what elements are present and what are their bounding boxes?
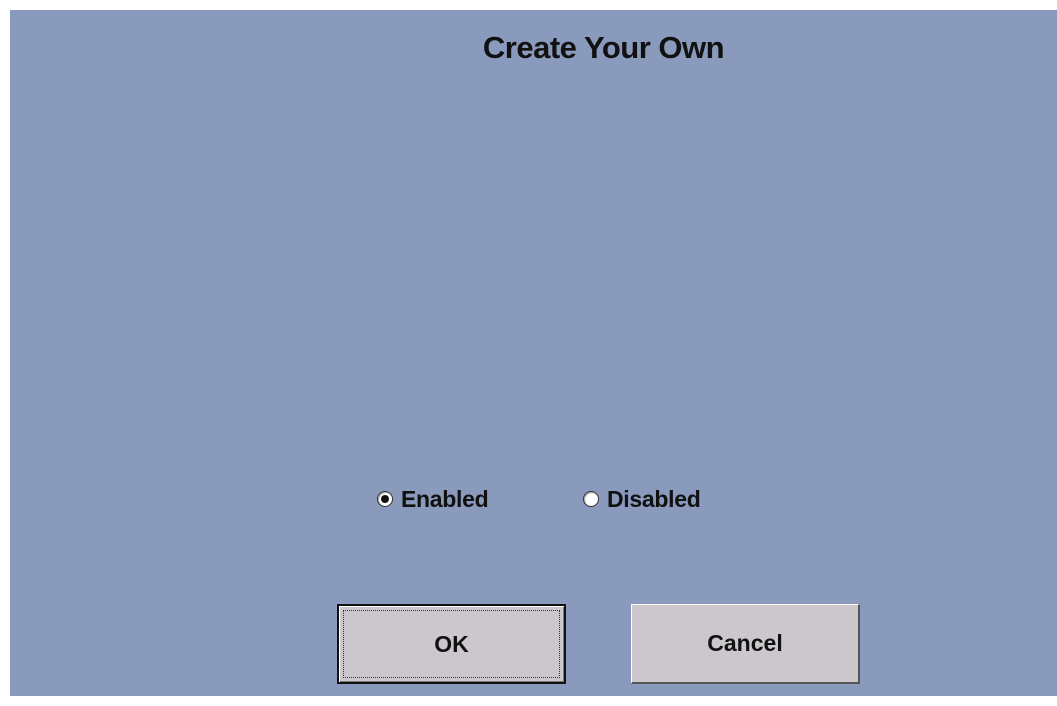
radio-checked-icon[interactable] [377,491,393,507]
ok-button-label: OK [434,630,469,657]
cancel-button[interactable]: Cancel [631,604,860,684]
dialog-title: Create Your Own [482,30,725,65]
radio-enabled[interactable]: Enabled [377,484,489,514]
radio-dot-icon [381,495,389,503]
radio-disabled[interactable]: Disabled [583,484,701,514]
ok-button[interactable]: OK [337,604,566,684]
dialog-window: Create Your Own Enabled Disabled OK Canc… [10,10,1057,696]
status-radio-group: Enabled Disabled [377,484,777,514]
cancel-button-label: Cancel [707,630,783,656]
radio-unchecked-icon[interactable] [583,491,599,507]
radio-disabled-label[interactable]: Disabled [607,486,701,513]
radio-enabled-label[interactable]: Enabled [401,486,489,513]
